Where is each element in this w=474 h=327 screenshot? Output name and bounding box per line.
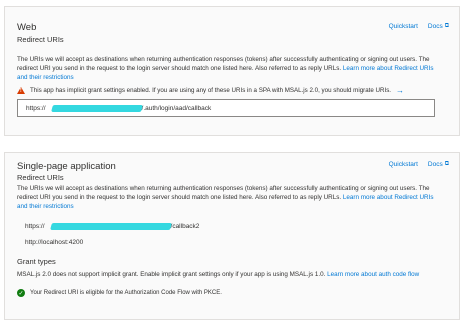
external-link-icon: ⧉ [444, 23, 449, 29]
web-implicit-warning: This app has implicit grant settings ena… [17, 86, 404, 95]
auth-code-flow-link[interactable]: Learn more about auth code flow [327, 271, 419, 278]
spa-uri1-prefix: https:// [25, 223, 45, 230]
spa-uri1-suffix: /callback2 [170, 223, 200, 230]
web-description: The URIs we will accept as destinations … [17, 56, 434, 81]
pkce-eligible-status: ✓ Your Redirect URI is eligible for the … [17, 289, 222, 297]
spa-docs-link[interactable]: Docs ⧉ [428, 161, 449, 168]
redacted-domain [50, 104, 143, 112]
spa-description: The URIs we will accept as destinations … [17, 185, 434, 210]
spa-subtitle: Redirect URIs [17, 173, 64, 182]
web-subtitle: Redirect URIs [17, 35, 64, 44]
redacted-domain [49, 223, 172, 230]
spa-links: Quickstart Docs ⧉ [389, 161, 449, 168]
spa-redirect-uri-2[interactable]: http://localhost:4200 [25, 239, 83, 246]
external-link-icon: ⧉ [444, 161, 449, 167]
web-quickstart-link[interactable]: Quickstart [389, 23, 418, 30]
spa-quickstart-link[interactable]: Quickstart [389, 161, 418, 168]
web-uri-suffix: /.auth/login/aad/callback [141, 104, 212, 112]
pkce-eligible-text: Your Redirect URI is eligible for the Au… [30, 290, 222, 296]
spa-platform-card: Single-page application Redirect URIs Qu… [4, 152, 460, 320]
spa-redirect-uri-1[interactable]: https:// /callback2 [25, 223, 199, 230]
spa-title: Single-page application [17, 161, 116, 172]
web-links: Quickstart Docs ⧉ [389, 23, 449, 30]
web-title: Web [17, 22, 37, 33]
arrow-right-icon[interactable]: → [396, 86, 404, 95]
web-redirect-uri-input[interactable]: https:// /.auth/login/aad/callback [17, 99, 435, 117]
warning-icon [17, 87, 25, 94]
grant-types-note: MSAL.js 2.0 does not support implicit gr… [17, 271, 420, 278]
grant-types-label: Grant types [17, 257, 56, 266]
web-docs-link[interactable]: Docs ⧉ [428, 23, 449, 30]
check-circle-icon: ✓ [17, 289, 25, 297]
web-warning-text: This app has implicit grant settings ena… [30, 87, 392, 94]
web-uri-prefix: https:// [26, 104, 46, 112]
web-platform-card: Web Redirect URIs Quickstart Docs ⧉ The U… [4, 6, 460, 136]
